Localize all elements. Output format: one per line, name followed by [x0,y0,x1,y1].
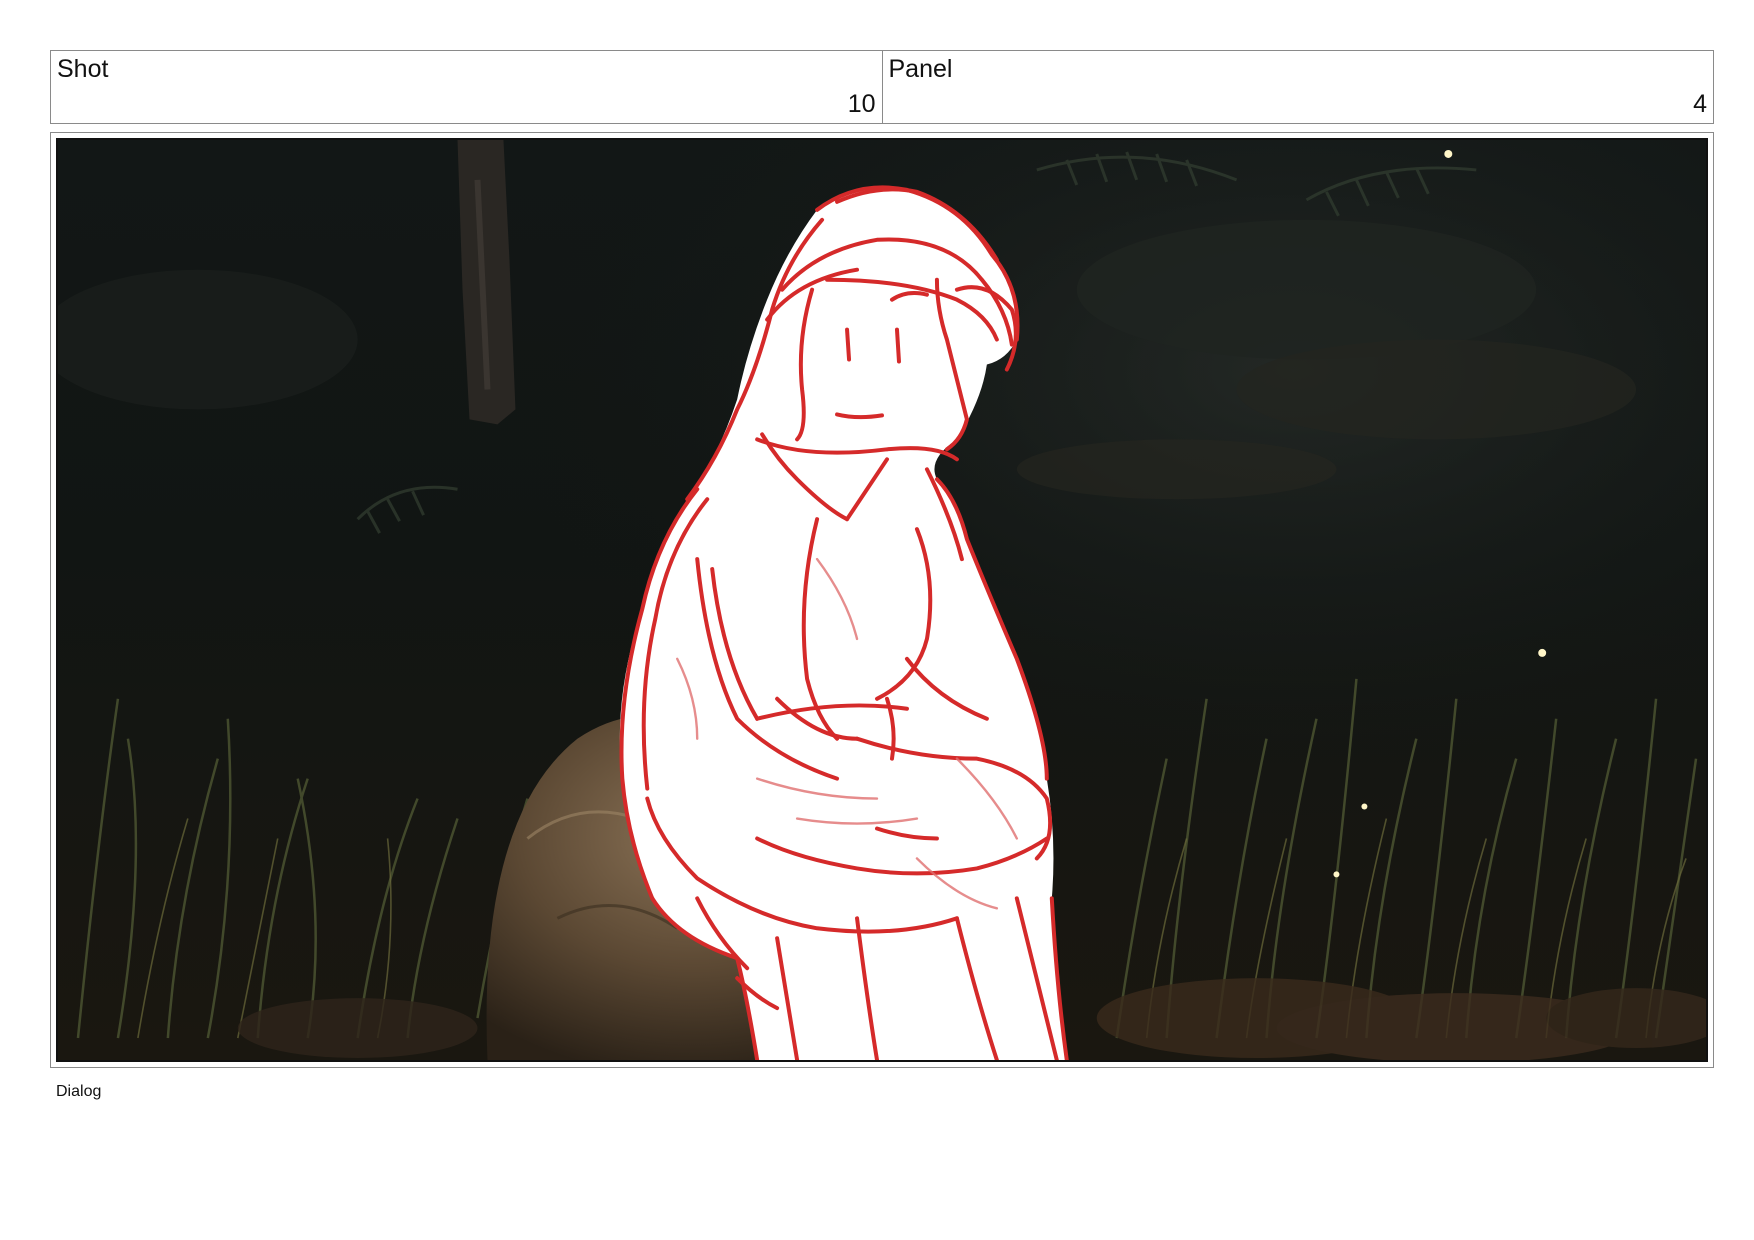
shot-label: Shot [57,55,109,83]
storyboard-image [56,138,1708,1062]
panel-label: Panel [888,55,953,83]
panel-cell: Panel 4 [881,51,1714,123]
shot-cell: Shot 10 [51,51,882,123]
panel-number: 4 [1693,90,1707,118]
forest-scene-sketch [58,140,1706,1060]
dialog-label: Dialog [56,1083,102,1100]
storyboard-header: Shot 10 Panel 4 [50,50,1714,124]
storyboard-frame [50,132,1714,1068]
shot-number: 10 [847,90,876,118]
